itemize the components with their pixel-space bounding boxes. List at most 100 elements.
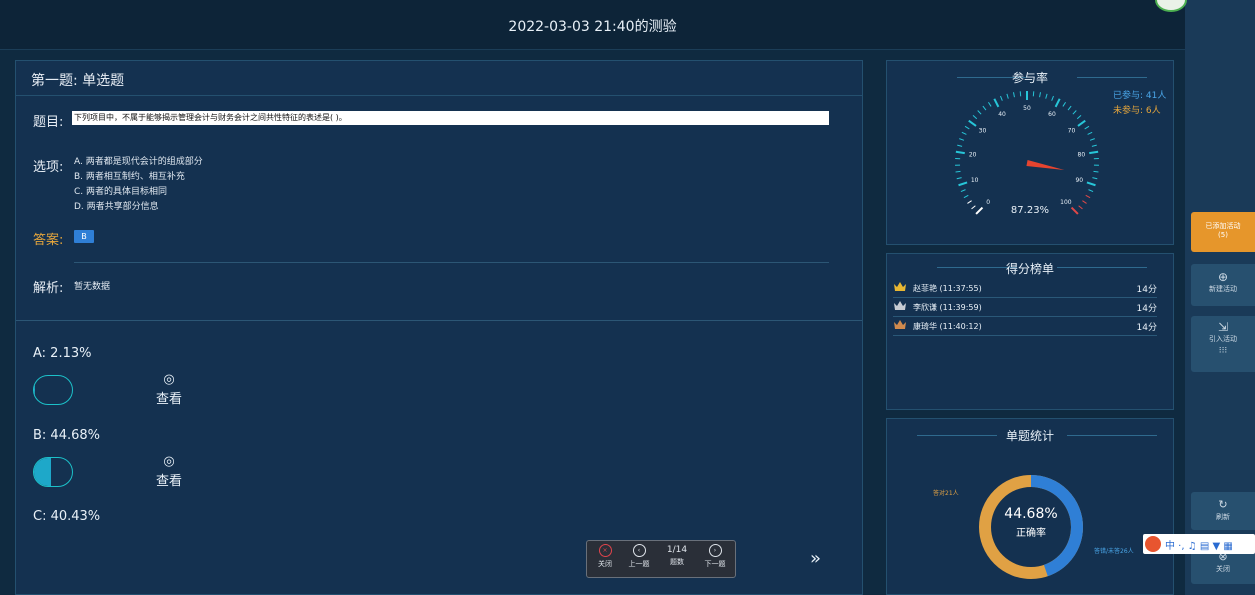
gauge-tick <box>1089 150 1099 155</box>
option-d: D. 两者共享部分信息 <box>74 202 159 212</box>
gauge-tick <box>1072 110 1077 115</box>
close-button[interactable]: × 关闭 <box>591 544 619 569</box>
leaderboard-panel: 得分榜单 赵菲艳 (11:37:55) 14分 李欣谦 (11:39:59) 1… <box>886 253 1174 410</box>
option-a-fill-pill <box>33 375 73 405</box>
import-activity-button[interactable]: ⇲ 引入活动 ⁝⁝⁝ <box>1191 316 1255 372</box>
option-c-percent: C: 40.43% <box>33 509 101 524</box>
gauge-tick <box>1067 105 1072 111</box>
question-header: 第一题: 单选题 <box>15 60 863 96</box>
leaderboard-row: 康琦华 (11:40:12) 14分 <box>893 316 1157 336</box>
expand-arrow-icon[interactable]: » <box>810 548 821 569</box>
gauge-tick <box>1054 98 1061 108</box>
top-bar: 2022-03-03 21:40的测验 <box>0 0 1185 50</box>
gauge-tick-label: 30 <box>979 128 987 135</box>
options-label: 选项: <box>33 160 64 175</box>
gauge-tick <box>955 150 965 155</box>
gauge-tick <box>959 138 965 141</box>
gauge-tick <box>1082 200 1087 204</box>
next-button[interactable]: › 下一题 <box>701 544 729 569</box>
option-b-percent: B: 44.68% <box>33 428 100 443</box>
gauge-tick <box>977 110 982 115</box>
not-joined-count: 未参与: 6人 <box>1113 106 1161 116</box>
option-a-view-button[interactable]: ◎ 查看 <box>149 372 189 407</box>
prev-button[interactable]: ‹ 上一题 <box>625 544 653 569</box>
leaderboard-row: 赵菲艳 (11:37:55) 14分 <box>893 278 1157 298</box>
new-activity-button[interactable]: ⊕ 新建活动 <box>1191 264 1255 306</box>
gauge-tick <box>993 98 1000 108</box>
question-panel <box>15 60 863 595</box>
gauge-tick <box>956 177 962 180</box>
gauge-tick <box>967 200 972 204</box>
participation-rate: 87.23% <box>1010 205 1050 216</box>
analysis-text: 暂无数据 <box>74 282 111 292</box>
eye-icon: ◎ <box>163 454 175 469</box>
gauge-tick-label: 10 <box>971 177 979 184</box>
gauge-tick <box>1051 95 1054 101</box>
participation-gauge: 0102030405060708090100 <box>955 91 1099 215</box>
correct-rate-value: 44.68% <box>1004 506 1058 522</box>
option-b: B. 两者相互制约、相互补充 <box>74 172 185 182</box>
added-activity-button[interactable]: 已添加活动 (5) <box>1191 212 1255 252</box>
next-icon: › <box>708 544 722 557</box>
stats-divider <box>16 320 862 321</box>
analysis-label: 解析: <box>33 281 64 296</box>
single-stats-panel: 单题统计 答对21人 答错/未答26人 44.68% 正确率 <box>886 418 1174 595</box>
right-sidebar: 已添加活动 (5) ⊕ 新建活动 ⇲ 引入活动 ⁝⁝⁝ ↻ 刷新 ⊗ 关闭 <box>1155 0 1255 595</box>
gauge-tick <box>1077 119 1086 127</box>
gauge-tick <box>964 125 970 130</box>
gauge-tick <box>1087 131 1093 135</box>
refresh-button[interactable]: ↻ 刷新 <box>1191 492 1255 530</box>
option-b-view-button[interactable]: ◎ 查看 <box>149 454 189 489</box>
import-icon: ⇲ <box>1217 320 1229 334</box>
option-a: A. 两者都是现代会计的组成部分 <box>74 157 203 167</box>
gold-crown-icon <box>894 282 906 291</box>
leaderboard-title: 得分榜单 <box>1005 262 1054 276</box>
gauge-tick <box>955 170 961 173</box>
bronze-crown-icon <box>894 320 906 329</box>
close-icon: × <box>598 544 612 557</box>
gauge-tick <box>1089 138 1095 141</box>
correct-count-label: 答对21人 <box>933 490 959 497</box>
question-stem: 下列项目中，不属于能够揭示管理会计与财务会计之间共性特征的表述是( )。 <box>72 111 829 125</box>
gauge-tick <box>1000 95 1003 101</box>
answer-badge: B <box>74 230 94 243</box>
gauge-tick <box>1085 194 1091 199</box>
page-number: 1/14 <box>666 545 688 555</box>
gauge-tick <box>987 101 992 107</box>
plus-circle-icon: ⊕ <box>1217 270 1229 284</box>
gauge-tick <box>1084 125 1090 130</box>
option-b-fill-pill <box>33 457 73 487</box>
analysis-divider <box>74 262 829 263</box>
gauge-tick-label: 80 <box>1078 151 1086 158</box>
gauge-tick <box>958 181 968 187</box>
page-indicator: 1/14 题数 <box>663 544 691 567</box>
gauge-tick <box>968 119 977 127</box>
gauge-tick-label: 60 <box>1048 111 1056 118</box>
stem-label: 题目: <box>33 115 64 130</box>
joined-count: 已参与: 41人 <box>1113 91 1167 101</box>
gauge-tick <box>1093 170 1099 173</box>
gauge-tick <box>1039 92 1041 98</box>
view-label: 查看 <box>155 392 182 407</box>
gauge-tick <box>960 189 966 193</box>
options-list: A. 两者都是现代会计的组成部分 B. 两者相互制约、相互补充 C. 两者的具体… <box>74 155 374 215</box>
prev-icon: ‹ <box>632 544 646 557</box>
gauge-tick <box>982 105 987 111</box>
gauge-needle <box>1026 160 1065 170</box>
gauge-tick <box>1045 93 1048 99</box>
option-c: C. 两者的具体目标相同 <box>74 187 168 197</box>
gauge-tick <box>1076 115 1082 120</box>
option-a-percent: A: 2.13% <box>33 346 92 361</box>
gauge-tick <box>1062 101 1067 107</box>
single-stats-title: 单题统计 <box>1005 429 1054 443</box>
refresh-icon: ↻ <box>1218 498 1228 511</box>
ime-toolbar[interactable]: 中 ·, ♫ ▤ ▼ ▦ <box>1143 534 1255 554</box>
gauge-tick <box>963 194 969 199</box>
correct-rate-label: 正确率 <box>1016 528 1046 539</box>
gauge-tick-label: 90 <box>1075 177 1083 184</box>
participation-panel: 参与率 已参与: 41人 未参与: 6人 0 10 20 30 40 50 60 70 80 90… <box>886 60 1174 245</box>
gauge-tick <box>1013 92 1015 98</box>
gauge-tick <box>1086 181 1096 187</box>
leaderboard-row: 李欣谦 (11:39:59) 14分 <box>893 297 1157 317</box>
question-heading: 第一题: 单选题 <box>31 73 125 89</box>
